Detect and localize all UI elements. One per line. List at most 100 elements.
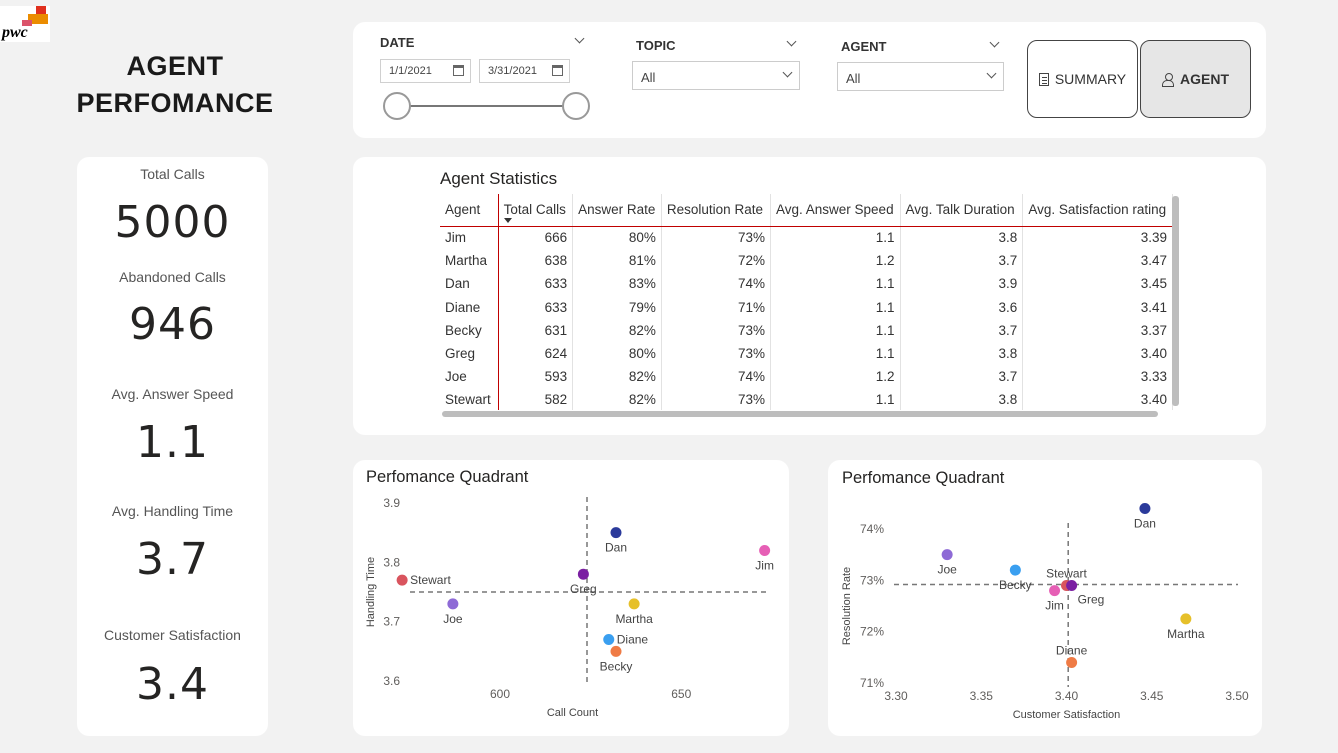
x-tick-label: 3.30 bbox=[884, 689, 908, 703]
page-title: AGENT PERFOMANCE bbox=[70, 48, 280, 122]
data-point-martha[interactable] bbox=[628, 598, 640, 610]
column-header-satisfaction[interactable]: Avg. Satisfaction rating bbox=[1022, 194, 1173, 227]
data-point-stewart[interactable] bbox=[396, 574, 408, 586]
table-row[interactable]: Dan 633 83% 74% 1.1 3.9 3.45 bbox=[440, 272, 1173, 296]
table-row[interactable]: Joe 593 82% 74% 1.2 3.7 3.33 bbox=[440, 365, 1173, 389]
data-point-label: Jim bbox=[755, 558, 774, 572]
summary-button[interactable]: SUMMARY bbox=[1027, 40, 1138, 118]
data-point-diane[interactable] bbox=[603, 633, 615, 645]
table-cell: 633 bbox=[498, 295, 574, 319]
table-cell: 3.8 bbox=[900, 226, 1024, 250]
sort-descending-icon bbox=[503, 217, 512, 223]
table-row[interactable]: Jim 666 80% 73% 1.1 3.8 3.39 bbox=[440, 226, 1173, 250]
table-cell: 3.47 bbox=[1022, 249, 1173, 273]
table-cell: 73% bbox=[661, 318, 772, 342]
data-point-greg[interactable] bbox=[577, 568, 589, 580]
table-cell: 1.1 bbox=[770, 341, 901, 366]
table-row[interactable]: Stewart 582 82% 73% 1.1 3.8 3.40 bbox=[440, 388, 1173, 410]
table-cell: 582 bbox=[498, 388, 574, 410]
y-tick-label: 73% bbox=[860, 573, 884, 587]
page-title-line1: AGENT bbox=[126, 51, 224, 81]
y-axis-title: Handling Time bbox=[365, 557, 377, 627]
table-cell: 3.7 bbox=[900, 365, 1024, 389]
date-start-input[interactable]: 1/1/2021 bbox=[380, 59, 471, 83]
table-cell: 1.1 bbox=[770, 295, 901, 319]
table-cell: Greg bbox=[440, 341, 499, 366]
data-point-dan[interactable] bbox=[610, 527, 622, 539]
date-slider-track[interactable] bbox=[397, 105, 577, 107]
table-cell: Jim bbox=[440, 226, 499, 250]
table-cell: 3.39 bbox=[1022, 226, 1173, 250]
table-cell: 633 bbox=[498, 272, 574, 296]
performance-quadrant-chart-1: 3.9 3.8 3.7 3.6 600 650 Call Count Handling Tim… bbox=[365, 496, 774, 719]
table-cell: 638 bbox=[498, 249, 574, 273]
total-calls-value: 5000 bbox=[114, 197, 231, 248]
table-cell: 1.1 bbox=[770, 388, 901, 410]
data-point-becky[interactable] bbox=[1009, 564, 1021, 576]
table-title: Agent Statistics bbox=[440, 169, 558, 188]
data-point-joe[interactable] bbox=[447, 598, 459, 610]
table-row[interactable]: Greg 624 80% 73% 1.1 3.8 3.40 bbox=[440, 341, 1173, 366]
x-tick-label: 3.35 bbox=[970, 689, 994, 703]
date-end-input[interactable]: 3/31/2021 bbox=[479, 59, 570, 83]
table-cell: 3.8 bbox=[900, 341, 1024, 366]
x-tick-label: 600 bbox=[490, 687, 510, 701]
kpi-panel: Total Calls 5000 Abandoned Calls 946 Avg… bbox=[77, 157, 268, 736]
data-point-label: Dan bbox=[1134, 516, 1156, 530]
abandoned-calls-value: 946 bbox=[129, 299, 216, 350]
date-start-value: 1/1/2021 bbox=[389, 65, 432, 77]
table-cell: 82% bbox=[572, 318, 662, 342]
table-cell: 3.40 bbox=[1022, 388, 1173, 410]
column-header-agent[interactable]: Agent bbox=[440, 194, 499, 227]
abandoned-calls-label: Abandoned Calls bbox=[119, 269, 226, 285]
data-point-label: Stewart bbox=[410, 573, 451, 587]
table-vertical-scrollbar[interactable] bbox=[1172, 196, 1179, 406]
table-row[interactable]: Diane 633 79% 71% 1.1 3.6 3.41 bbox=[440, 295, 1173, 319]
handling-time-label: Avg. Handling Time bbox=[111, 503, 234, 519]
date-slider-start-handle[interactable] bbox=[383, 92, 411, 120]
data-point-jim[interactable] bbox=[759, 544, 771, 556]
x-axis-title: Customer Satisfaction bbox=[1013, 709, 1121, 721]
date-filter-label: DATE bbox=[380, 35, 415, 50]
date-slider-end-handle[interactable] bbox=[562, 92, 590, 120]
data-point-dan[interactable] bbox=[1139, 502, 1151, 514]
calendar-icon[interactable] bbox=[453, 65, 464, 76]
column-header-answer-rate[interactable]: Answer Rate bbox=[572, 194, 662, 227]
data-point-joe[interactable] bbox=[941, 549, 953, 561]
answer-speed-label: Avg. Answer Speed bbox=[111, 386, 234, 402]
table-cell: 3.41 bbox=[1022, 295, 1173, 319]
column-header-answer-speed[interactable]: Avg. Answer Speed bbox=[770, 194, 901, 227]
data-point-greg[interactable] bbox=[1066, 579, 1078, 591]
y-tick-label: 71% bbox=[860, 676, 884, 690]
x-tick-label: 650 bbox=[671, 687, 691, 701]
table-cell: 74% bbox=[661, 272, 772, 296]
column-header-total-calls[interactable]: Total Calls bbox=[498, 194, 574, 227]
topic-select[interactable]: All bbox=[632, 61, 800, 90]
agent-button[interactable]: AGENT bbox=[1140, 40, 1251, 118]
table-cell: 624 bbox=[498, 341, 574, 366]
table-horizontal-scrollbar[interactable] bbox=[442, 411, 1158, 417]
table-cell: 3.33 bbox=[1022, 365, 1173, 389]
table-cell: 79% bbox=[572, 295, 662, 319]
handling-time-value: 3.7 bbox=[136, 534, 209, 585]
column-header-talk-duration[interactable]: Avg. Talk Duration bbox=[900, 194, 1024, 227]
table-cell: 631 bbox=[498, 318, 574, 342]
logo-text: pwc bbox=[2, 24, 28, 41]
data-point-label: Becky bbox=[600, 659, 633, 673]
data-point-jim[interactable] bbox=[1049, 585, 1061, 597]
data-point-becky[interactable] bbox=[610, 645, 622, 657]
table-cell: Becky bbox=[440, 318, 499, 342]
data-point-martha[interactable] bbox=[1180, 613, 1192, 625]
calendar-icon[interactable] bbox=[552, 65, 563, 76]
data-point-label: Martha bbox=[615, 612, 653, 626]
agent-select[interactable]: All bbox=[837, 62, 1004, 91]
satisfaction-value: 3.4 bbox=[136, 659, 209, 710]
table-row[interactable]: Martha 638 81% 72% 1.2 3.7 3.47 bbox=[440, 249, 1173, 273]
table-cell: 1.2 bbox=[770, 365, 901, 389]
data-point-diane[interactable] bbox=[1066, 656, 1078, 668]
performance-quadrant-chart-2: 74% 73% 72% 71%3.30 3.35 3.40 3.45 3.50 Customer… bbox=[841, 502, 1249, 721]
table-row[interactable]: Becky 631 82% 73% 1.1 3.7 3.37 bbox=[440, 318, 1173, 342]
column-header-resolution-rate[interactable]: Resolution Rate bbox=[661, 194, 772, 227]
page-title-line2: PERFOMANCE bbox=[76, 88, 274, 118]
data-point-label: Diane bbox=[617, 632, 649, 646]
